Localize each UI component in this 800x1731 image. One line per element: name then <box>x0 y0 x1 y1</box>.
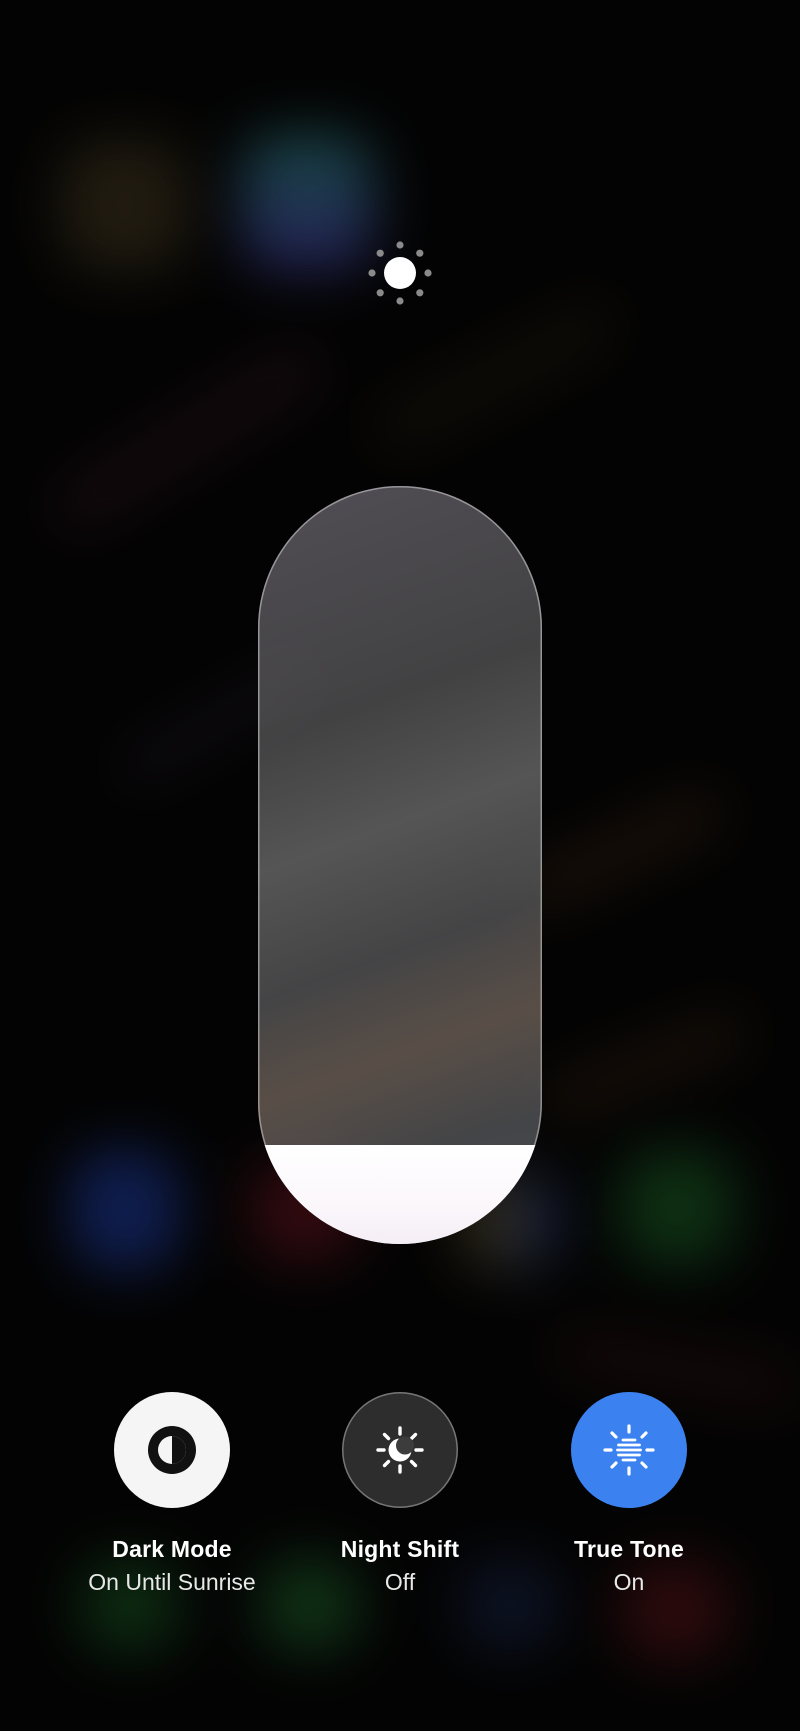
slider-fill-level <box>258 1145 542 1244</box>
display-controls: Dark Mode On Until Sunrise Night Shift O… <box>0 1392 800 1595</box>
night-shift-control: Night Shift Off <box>280 1392 520 1596</box>
sun-lines-icon <box>603 1424 655 1476</box>
true-tone-control: True Tone On <box>509 1392 749 1596</box>
dark-mode-status: On Until Sunrise <box>88 1569 256 1595</box>
slider-track <box>258 486 542 1244</box>
dark-mode-control: Dark Mode On Until Sunrise <box>52 1392 292 1596</box>
night-shift-button[interactable] <box>342 1392 458 1508</box>
half-circle-icon <box>148 1426 196 1474</box>
night-shift-status: Off <box>384 1569 416 1595</box>
true-tone-status: On <box>613 1569 645 1595</box>
brightness-control-screen: Dark Mode On Until Sunrise Night Shift O… <box>0 0 800 1731</box>
night-shift-label: Night Shift <box>340 1536 460 1562</box>
sun-icon <box>368 241 432 305</box>
dark-mode-label: Dark Mode <box>112 1536 232 1562</box>
true-tone-label: True Tone <box>574 1536 684 1562</box>
dark-mode-button[interactable] <box>114 1392 230 1508</box>
sun-moon-icon <box>376 1426 424 1474</box>
brightness-slider[interactable] <box>258 486 542 1244</box>
true-tone-button[interactable] <box>571 1392 687 1508</box>
